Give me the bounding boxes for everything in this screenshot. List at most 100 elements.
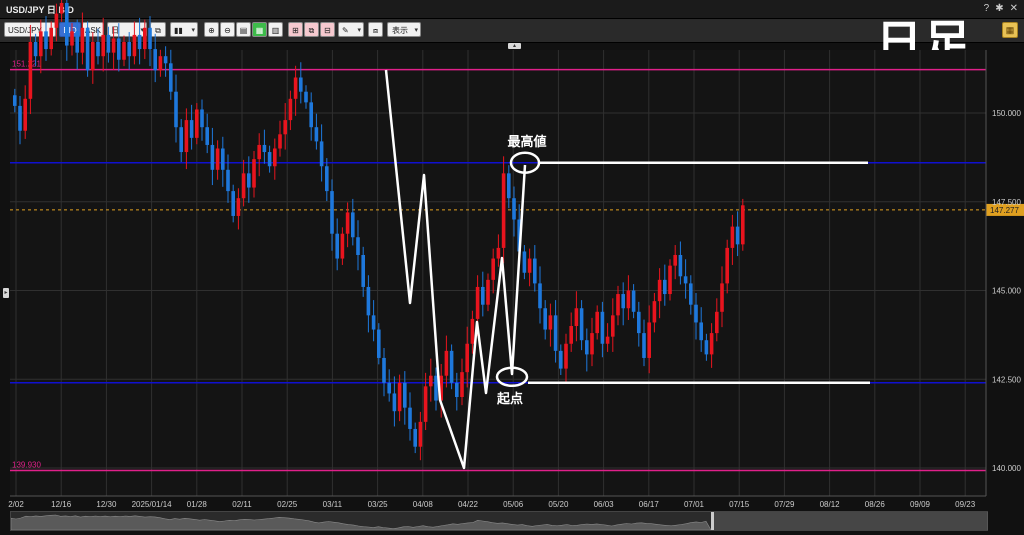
candle-body	[559, 350, 563, 369]
candle-body	[715, 311, 719, 334]
candle-body	[709, 333, 714, 355]
candle-body	[434, 375, 438, 401]
candle-body	[652, 301, 657, 323]
candle-body	[496, 247, 501, 259]
side-panel-handle[interactable]: ▸	[3, 288, 9, 298]
candle-body	[273, 148, 277, 167]
candle-body	[678, 255, 683, 277]
candle-body	[741, 205, 745, 245]
level-label: 139.930	[12, 460, 41, 469]
collapse-toolbar-button[interactable]: ▴	[508, 43, 521, 49]
candle-body	[621, 294, 625, 309]
navigator-scrollbar[interactable]	[10, 511, 988, 531]
candle-body	[507, 173, 511, 199]
navigator-future-range	[713, 512, 988, 530]
candle-body	[39, 31, 43, 57]
candle-body	[184, 120, 189, 153]
start-label: 起点	[496, 391, 523, 407]
candle-body	[408, 407, 412, 429]
candle-body	[158, 56, 163, 71]
candle-body	[169, 63, 173, 92]
candle-body	[543, 308, 547, 330]
x-tick-label: 12/16	[51, 500, 72, 509]
candle-body	[470, 318, 475, 344]
candle-body	[647, 322, 651, 358]
candle-body	[33, 42, 38, 57]
candle-body	[366, 286, 371, 316]
candle-body	[553, 315, 558, 351]
navigator-area	[11, 514, 712, 530]
x-tick-label: 2/02	[8, 500, 24, 509]
candle-body	[533, 258, 537, 284]
candle-body	[241, 173, 246, 199]
candle-body	[330, 191, 334, 234]
candle-body	[252, 159, 256, 188]
candle-body	[460, 372, 464, 397]
candle-body	[314, 127, 319, 142]
x-tick-label: 02/25	[277, 500, 298, 509]
candle-body	[403, 382, 407, 408]
candle-body	[595, 311, 599, 334]
candle-body	[96, 42, 100, 57]
candle-body	[668, 265, 672, 295]
candle-body	[278, 134, 282, 149]
x-tick-label: 09/23	[955, 500, 976, 509]
candle-body	[548, 315, 553, 330]
candle-body	[23, 98, 27, 131]
candle-body	[481, 286, 485, 305]
navigator-handle[interactable]	[711, 512, 714, 530]
candle-body	[371, 315, 376, 330]
candle-body	[590, 333, 594, 355]
x-tick-label: 04/08	[413, 500, 434, 509]
candle-body	[288, 98, 293, 121]
y-tick-label: 150.000	[992, 109, 1021, 118]
candle-body	[387, 382, 391, 394]
candle-body	[564, 343, 568, 369]
high-label: 最高値	[507, 134, 546, 150]
y-axis: 140.000 142.500 145.000 147.500 150.000	[985, 50, 1021, 496]
candle-body	[75, 31, 79, 53]
x-axis: 2/02 12/16 12/30 2025/01/14 01/28 02/11 02/25 0…	[8, 495, 986, 509]
candle-body	[210, 144, 215, 170]
x-tick-label: 09/09	[910, 500, 931, 509]
candle-body	[605, 336, 610, 344]
candle-body	[579, 308, 584, 341]
candle-body	[345, 212, 350, 234]
candle-body	[340, 233, 345, 259]
candle-body	[163, 56, 168, 64]
x-tick-label: 03/11	[323, 500, 343, 509]
x-tick-label: 01/28	[187, 500, 208, 509]
candle-body	[657, 279, 662, 302]
candle-body	[673, 255, 677, 266]
candle-body	[429, 375, 433, 387]
level-label: 151.221	[12, 60, 41, 69]
candle-body	[455, 382, 459, 397]
candle-body	[153, 49, 157, 71]
candle-body	[538, 283, 542, 309]
x-tick-label: 07/15	[729, 500, 750, 509]
candle-body	[397, 382, 402, 412]
candle-body	[262, 144, 267, 153]
candle-body	[13, 95, 17, 106]
candle-body	[611, 315, 615, 337]
candle-body	[247, 173, 251, 188]
candle-body	[49, 27, 53, 50]
candle-body	[226, 169, 230, 192]
candle-body	[205, 127, 209, 145]
candle-body	[106, 34, 111, 53]
candle-body	[382, 357, 386, 383]
candle-body	[720, 283, 724, 312]
candle-body	[80, 27, 85, 53]
candle-body	[299, 77, 303, 92]
candle-body	[449, 350, 454, 383]
candle-body	[91, 42, 95, 71]
candle-body	[527, 258, 532, 273]
candle-body	[200, 109, 204, 128]
candle-body	[585, 340, 589, 355]
candle-body	[101, 34, 105, 57]
candle-body	[174, 91, 178, 128]
candle-body	[44, 31, 48, 50]
candle-body	[117, 38, 121, 60]
candle-body	[626, 290, 631, 309]
candle-body	[132, 34, 137, 57]
